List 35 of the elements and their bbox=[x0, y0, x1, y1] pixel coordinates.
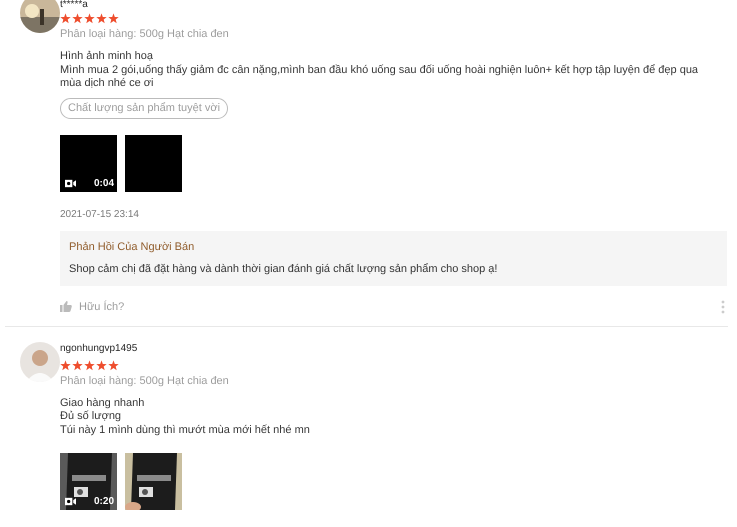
product-variant: Phân loại hàng: 500g Hạt chia đen bbox=[60, 27, 230, 41]
review-text: Đủ số lượng bbox=[60, 410, 122, 424]
star-icon bbox=[96, 360, 107, 370]
reply-text: Shop cảm chị đã đặt hàng và dành thời gian đánh giá chất lượng sản phẩm cho shop ạ! bbox=[69, 262, 498, 276]
star-icon bbox=[60, 13, 71, 24]
avatar bbox=[20, 342, 60, 382]
review-text: Mình mua 2 gói,uống thấy giảm đc cân nặng,mình ban đầu khó uống sau đối uống hoài nghiện luôn+ kết hợp tập luyện để đẹp qua mùa dịch nhé ce ơi bbox=[60, 64, 700, 90]
review-text: Túi này 1 mình dùng thì mướt mùa mới hết nhé mn bbox=[60, 424, 311, 437]
star-icon bbox=[72, 13, 83, 24]
reply-title: Phản Hồi Của Người Bán bbox=[69, 240, 196, 254]
more-options-icon[interactable] bbox=[721, 300, 725, 314]
review-date: 2021-07-15 23:14 bbox=[60, 208, 140, 220]
star-icon bbox=[96, 13, 107, 24]
image-thumbnail[interactable] bbox=[125, 134, 182, 192]
video-duration: 0:04 bbox=[94, 178, 114, 188]
thumbs-up-icon bbox=[60, 301, 72, 312]
video-camera-icon bbox=[65, 497, 76, 506]
product-variant: Phân loại hàng: 500g Hạt chia đen bbox=[60, 374, 230, 388]
star-icon bbox=[108, 360, 119, 370]
username[interactable]: ngonhungvp1495 bbox=[60, 342, 138, 354]
star-icon bbox=[84, 13, 95, 24]
star-icon bbox=[84, 360, 95, 370]
avatar bbox=[20, 0, 60, 33]
video-thumbnail[interactable]: 0:20 bbox=[60, 453, 117, 510]
video-camera-icon bbox=[65, 178, 76, 188]
image-thumbnail[interactable] bbox=[125, 453, 182, 510]
review-text: Hình ảnh minh hoạ bbox=[60, 50, 154, 64]
review-text: Giao hàng nhanh bbox=[60, 396, 146, 410]
username[interactable]: t*****a bbox=[60, 0, 88, 10]
video-thumbnail[interactable]: 0:04 bbox=[60, 134, 117, 192]
star-icon bbox=[72, 360, 83, 370]
star-icon bbox=[108, 13, 119, 24]
star-icon bbox=[60, 360, 71, 370]
review-tag: Chất lượng sản phẩm tuyệt vời bbox=[60, 98, 228, 118]
video-duration: 0:20 bbox=[94, 496, 114, 507]
